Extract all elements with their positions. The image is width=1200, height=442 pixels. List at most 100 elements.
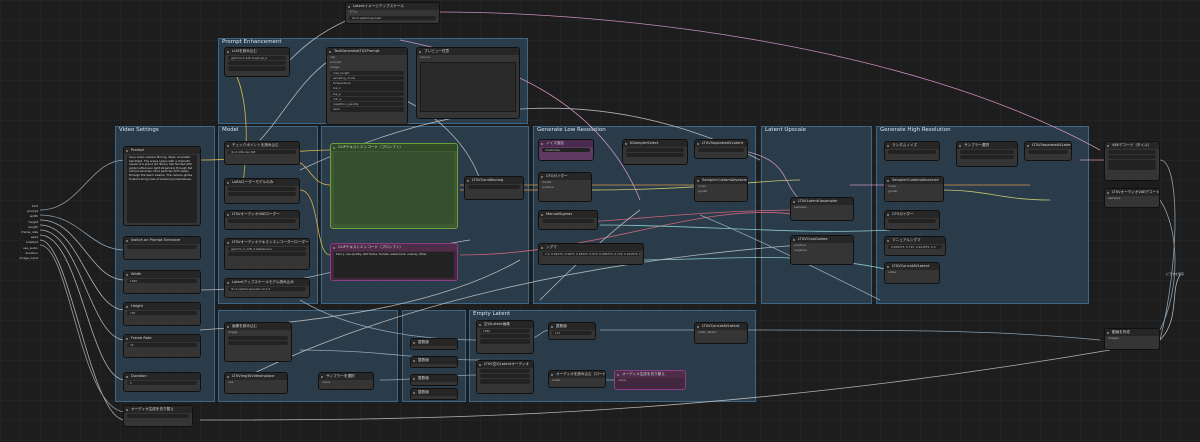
widget-slot[interactable]	[960, 149, 1014, 155]
node-input[interactable]: モデル	[346, 10, 439, 15]
node-set-sampler[interactable]: サンプラーを選択 value	[318, 372, 374, 390]
node-clip-negative[interactable]: CLIPテキストエンコード（プロンプト） blurry, low quality…	[330, 243, 458, 281]
node-input[interactable]: negative	[791, 248, 853, 253]
node-audio-vae-loader[interactable]: LTXVオーディオVAEローダー	[224, 210, 300, 230]
node-vae-decode-tiled[interactable]: VAEデコード（タイル）	[1104, 141, 1160, 181]
widget-slot[interactable]	[480, 339, 530, 344]
param-widget[interactable]: top_k	[330, 86, 404, 91]
widget-slot[interactable]	[888, 218, 936, 224]
node-height[interactable]: Height 720	[123, 302, 201, 326]
node-latent-upsampler[interactable]: LTXVLatentUpsampler samples	[790, 197, 854, 221]
node-duration[interactable]: Duration 5	[123, 372, 201, 392]
param-widget[interactable]: max_length	[330, 70, 404, 76]
node-preview-text[interactable]: プレビュー任意 source	[416, 47, 520, 119]
node-clip-positive[interactable]: CLIPテキストエンコード（プロンプト）	[330, 143, 458, 229]
widget-slot[interactable]	[1028, 149, 1068, 155]
widget-slot[interactable]	[1108, 149, 1156, 155]
model-select[interactable]: ltx-2-spatial-upscaler	[349, 15, 436, 21]
prompt-textarea[interactable]: Sony video camera filming, Style: cinema…	[127, 155, 197, 223]
widget-slot[interactable]	[480, 373, 530, 379]
param-widget[interactable]: temperature	[330, 81, 404, 86]
negative-prompt-textarea[interactable]: blurry, low quality, still frame, frames…	[334, 252, 454, 278]
node-input[interactable]: value	[319, 380, 373, 385]
node-latent-upscale-loader[interactable]: Latentアップスケールモデル読み込み ltx-2-spatial-upsca…	[224, 278, 310, 298]
widget-slot[interactable]	[626, 147, 684, 153]
widget-slot[interactable]	[228, 191, 296, 197]
node-input[interactable]: images	[1105, 336, 1159, 341]
height-value[interactable]: 720	[127, 310, 197, 316]
node-input[interactable]: positive	[539, 185, 591, 190]
node-text-encoder-loader[interactable]: LTXVオーディオテキストエンコーダーローダー gemma_3_12B_it.s…	[224, 238, 310, 270]
node-manual-sigmas-low[interactable]: ManualSigmas	[538, 210, 598, 230]
node-input[interactable]: vae	[225, 380, 287, 385]
node-input[interactable]: source	[417, 55, 519, 60]
node-random-noise-high[interactable]: ランダムノイズ	[884, 141, 940, 161]
widget-slot[interactable]	[228, 186, 296, 192]
widget-slot[interactable]	[228, 60, 286, 66]
widget-slot[interactable]	[228, 251, 306, 257]
node-input[interactable]: video	[885, 270, 939, 275]
node-empty-latent-image[interactable]: 空のLatent画像 1280	[476, 320, 534, 354]
widget-slot[interactable]	[480, 333, 530, 339]
node-concat-high[interactable]: LTXVConcatAVLatent video	[884, 262, 940, 284]
node-latent-upscale-top[interactable]: Latentイメージアップスケール モデル ltx-2-spatial-upsc…	[345, 2, 440, 24]
node-checkpoint-loader[interactable]: チェックポイントを読み込む ltx-2-19b-dev-fp8	[224, 141, 300, 165]
sigmas-input[interactable]: 0.909375, 0.725, 0.421875, 0.0	[888, 244, 942, 250]
node-img-to-video[interactable]: LTXVImgToVideoInplace vae	[224, 372, 288, 394]
encoder-select[interactable]: gemma_3_12B_it.safetensors	[228, 246, 306, 252]
node-input[interactable]: image	[327, 65, 407, 70]
node-ltxv-conditioning[interactable]: LTXVConditioning	[464, 176, 524, 200]
widget-slot[interactable]	[888, 149, 936, 155]
noise-mode-select[interactable]: randomize	[542, 147, 590, 153]
toggle-widget[interactable]	[127, 413, 189, 419]
node-sampler-adv-low[interactable]: SamplerCustomAdvanced noise guider	[694, 176, 748, 202]
node-sep-av-high[interactable]: LTXVSeparateAVLatent	[1024, 141, 1072, 161]
widget-slot[interactable]	[1108, 154, 1156, 160]
node-input[interactable]: samples	[791, 205, 853, 210]
sigmas-input[interactable]: 1.0, 0.99375, 0.9875, 0.98125, 0.975, 0.…	[542, 251, 640, 257]
node-input[interactable]: samples	[1105, 196, 1159, 201]
frame-rate-value[interactable]: 25	[127, 342, 197, 348]
node-load-llm[interactable]: LLMを読み込む gemma-3-12b-it-qat-q4_0	[224, 47, 290, 77]
node-audio-toggle[interactable]: オーディオ生成を切り替え	[123, 405, 193, 427]
node-ksampler-select[interactable]: KSamplerSelect	[622, 139, 688, 165]
widget-slot[interactable]	[542, 218, 594, 224]
node-int-d[interactable]: 整数値	[410, 388, 458, 400]
node-input[interactable]: guider	[885, 189, 943, 194]
width-widget[interactable]: 1280	[480, 328, 530, 334]
node-sampler-adv-high[interactable]: SamplerCustomAdvanced noise guider	[884, 176, 944, 202]
node-cfg-guider-low[interactable]: CFGガイダー model positive	[538, 172, 592, 202]
node-enhancer-toggle[interactable]: Switch on Prompt Enhancer	[123, 236, 201, 260]
duration-value[interactable]: 5	[127, 380, 197, 386]
widget-slot[interactable]	[960, 154, 1014, 160]
int-widget[interactable]: 121	[552, 330, 592, 336]
param-widget[interactable]: min_p	[330, 96, 404, 102]
node-concat-av[interactable]: LTXVConcatAVLatent video_latent	[694, 322, 748, 344]
widget-slot[interactable]	[480, 368, 530, 374]
param-widget[interactable]: sampling_mode	[330, 75, 404, 81]
widget-slot[interactable]	[698, 147, 744, 153]
upscaler-select[interactable]: ltx-2-spatial-upscaler-x2-1.0	[228, 286, 306, 292]
widget-slot[interactable]	[1108, 160, 1156, 165]
node-prompt[interactable]: Prompt Sony video camera filming, Style:…	[123, 146, 201, 226]
node-integer-value[interactable]: 整数値 121	[548, 322, 596, 340]
node-int-b[interactable]: 整数値	[410, 356, 458, 368]
save-video-label[interactable]: ビデオを保存	[1166, 272, 1196, 276]
node-crop-guides[interactable]: LTXVCropGuides positive negative	[790, 235, 854, 265]
node-sampler-select-high[interactable]: サンプラー選択	[956, 141, 1018, 167]
widget-slot[interactable]	[626, 152, 684, 158]
node-input[interactable]: video_latent	[695, 330, 747, 335]
node-load-audio[interactable]: オーディオを読み込む（ロード） audio	[548, 370, 606, 388]
node-separate-av-low[interactable]: LTXVSeparateAVLatent	[694, 139, 748, 159]
param-widget[interactable]: repetition_penalty	[330, 101, 404, 107]
widget-slot[interactable]	[480, 379, 530, 384]
node-empty-latent-audio[interactable]: LTXV空のLatentオーディオ	[476, 360, 534, 394]
node-int-c[interactable]: 整数値	[410, 374, 458, 386]
widget-slot[interactable]	[1108, 165, 1156, 170]
width-value[interactable]: 1280	[127, 278, 197, 284]
widget-slot[interactable]	[228, 340, 288, 346]
node-audio-vae-decode[interactable]: LTXVオーディオVAEデコード samples	[1104, 188, 1160, 208]
node-frame-rate[interactable]: Frame Rate 25	[123, 334, 201, 358]
node-int-a[interactable]: 整数値	[410, 338, 458, 350]
llm-select[interactable]: gemma-3-12b-it-qat-q4_0	[228, 55, 286, 61]
